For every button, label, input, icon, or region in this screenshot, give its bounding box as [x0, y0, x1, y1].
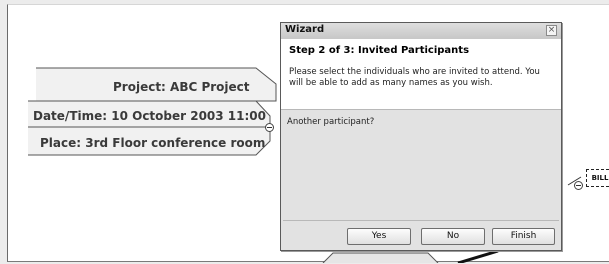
person-icon[interactable]: BILL — [586, 169, 609, 187]
datetime-node-label[interactable]: Date/Time: 10 October 2003 11:00 — [33, 109, 266, 123]
wizard-header-panel: Step 2 of 3: Invited Participants Please… — [281, 39, 561, 110]
bottom-node-shape — [322, 252, 439, 263]
wizard-titlebar[interactable]: Wizard × — [281, 23, 561, 40]
collapse-node-icon[interactable] — [265, 123, 274, 132]
yes-button[interactable]: Yes — [347, 228, 411, 245]
close-icon[interactable]: × — [546, 25, 557, 36]
no-button[interactable]: No — [421, 228, 485, 245]
finish-button[interactable]: Finish — [492, 228, 555, 245]
wizard-dialog: Wizard × Step 2 of 3: Invited Participan… — [280, 22, 562, 251]
step-title: Step 2 of 3: Invited Participants — [289, 45, 470, 56]
step-description: Please select the individuals who are in… — [289, 67, 540, 88]
place-node-label[interactable]: Place: 3rd Floor conference room — [40, 136, 265, 150]
project-node-label[interactable]: Project: ABC Project — [113, 80, 250, 94]
wizard-title: Wizard — [285, 24, 325, 35]
collapse-node-icon-right[interactable] — [574, 181, 583, 190]
participant-question: Another participant? — [287, 117, 375, 127]
divider — [283, 220, 559, 221]
